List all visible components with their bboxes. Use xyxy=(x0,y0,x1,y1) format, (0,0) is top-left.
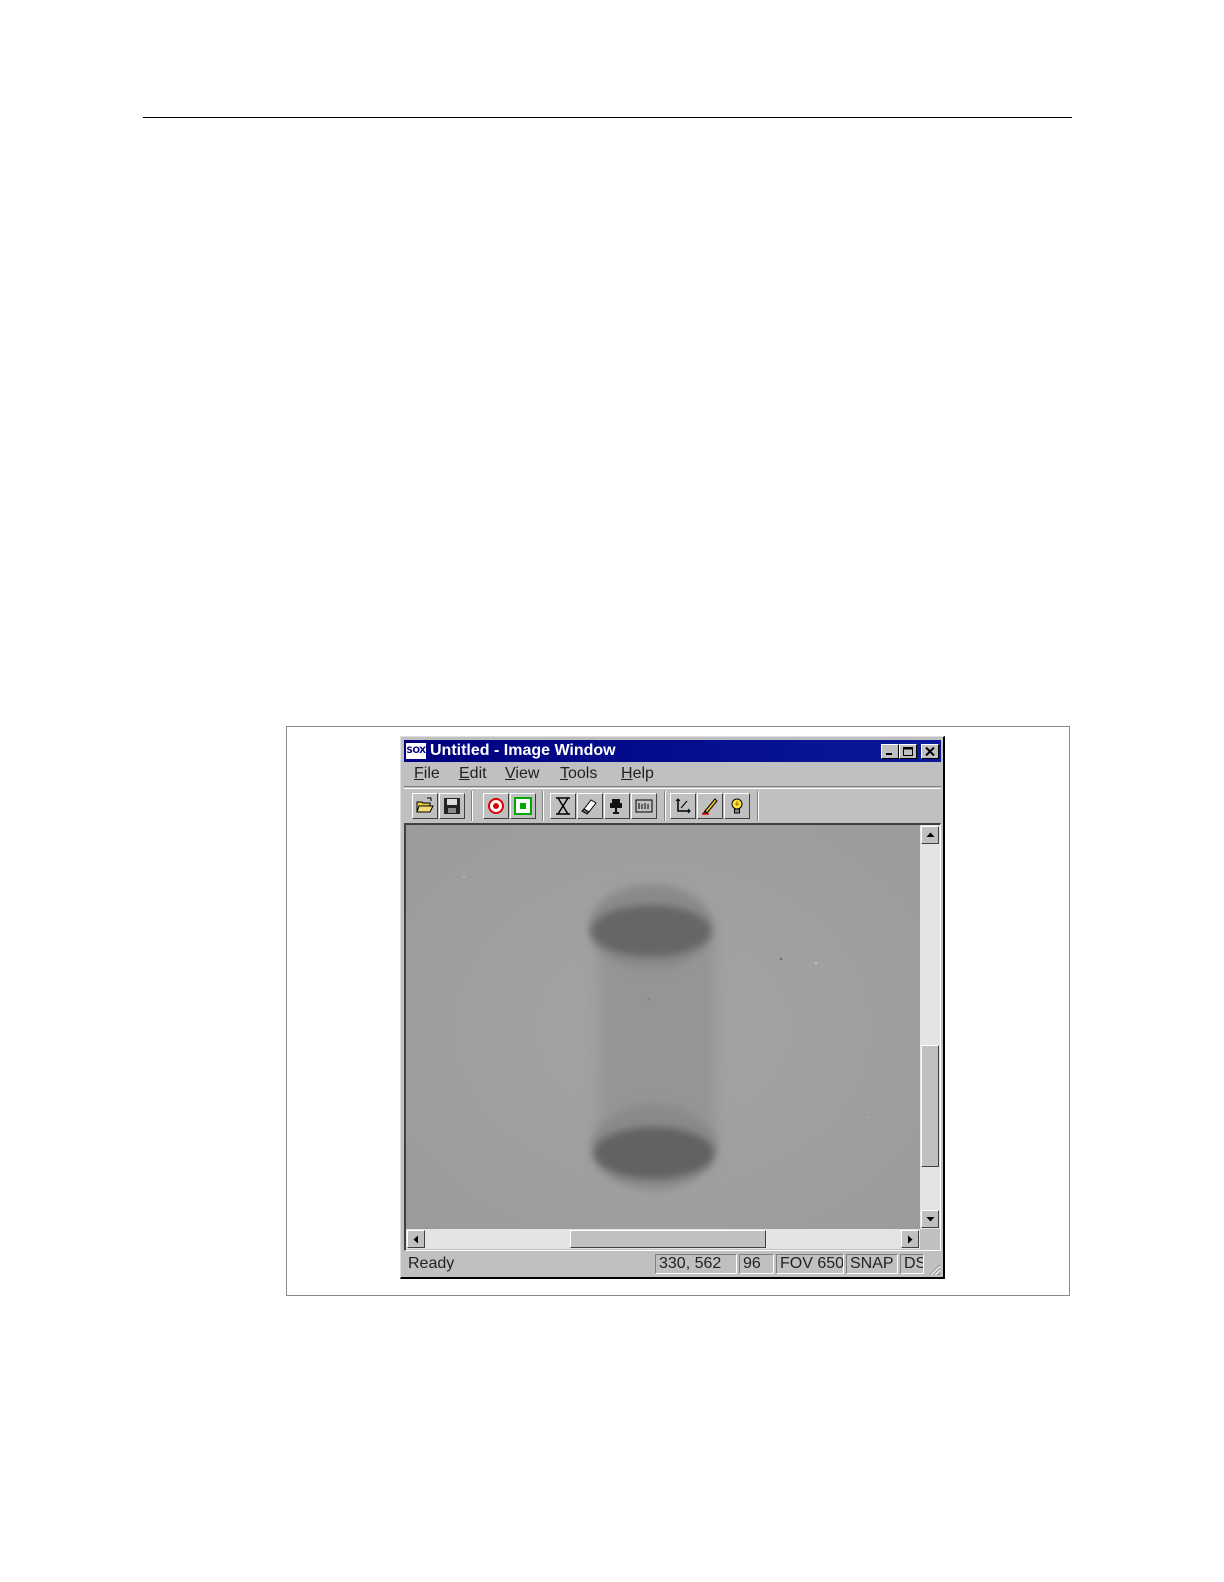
scrollbar-corner xyxy=(920,1229,940,1249)
minimize-icon xyxy=(886,753,892,755)
scroll-right-button[interactable] xyxy=(901,1230,919,1248)
arrow-right-icon xyxy=(908,1235,913,1244)
status-mode: SNAP xyxy=(846,1254,898,1274)
save-button[interactable] xyxy=(439,793,465,819)
menu-help[interactable]: Help xyxy=(621,765,654,783)
minimize-button[interactable] xyxy=(881,744,899,759)
scroll-up-button[interactable] xyxy=(921,826,939,844)
horizontal-scrollbar[interactable] xyxy=(406,1229,920,1249)
eraser-icon xyxy=(581,799,597,815)
axes-icon xyxy=(675,798,691,814)
page-top-rule xyxy=(143,117,1072,118)
menu-bar: File Edit View Tools Help xyxy=(404,763,941,785)
toolbar-separator xyxy=(471,791,473,821)
scroll-left-button[interactable] xyxy=(407,1230,425,1248)
status-extra: DS xyxy=(900,1254,924,1274)
scroll-down-button[interactable] xyxy=(921,1210,939,1228)
eraser-button[interactable] xyxy=(577,793,603,819)
toolbar-separator xyxy=(664,791,666,821)
camera-button[interactable] xyxy=(604,793,630,819)
arrow-down-icon xyxy=(926,1217,935,1222)
window-title: Untitled - Image Window xyxy=(430,742,616,759)
resize-grip-icon[interactable] xyxy=(927,1262,941,1276)
record-red-button[interactable] xyxy=(483,793,509,819)
title-bar[interactable]: SOX Untitled - Image Window xyxy=(404,740,941,762)
status-coordinates: 330, 562 xyxy=(655,1254,737,1274)
toolbar-separator xyxy=(542,791,544,821)
image-window: SOX Untitled - Image Window File Edit Vi… xyxy=(400,736,945,1279)
ruler-button[interactable] xyxy=(631,793,657,819)
open-folder-icon xyxy=(416,797,434,813)
close-button[interactable] xyxy=(921,744,939,759)
image-canvas[interactable] xyxy=(406,825,920,1229)
menu-file[interactable]: File xyxy=(414,765,440,783)
record-red-icon xyxy=(488,798,504,814)
open-button[interactable] xyxy=(412,793,438,819)
menu-view[interactable]: View xyxy=(505,765,539,783)
vertical-scroll-thumb[interactable] xyxy=(921,1045,939,1167)
axes-button[interactable] xyxy=(670,793,696,819)
pencil-icon xyxy=(701,798,718,815)
toolbar xyxy=(404,786,941,822)
toolbar-separator xyxy=(757,791,759,821)
menu-edit[interactable]: Edit xyxy=(459,765,487,783)
ruler-icon xyxy=(635,799,653,813)
captured-image xyxy=(406,825,920,1229)
record-green-button[interactable] xyxy=(510,793,536,819)
lightbulb-icon xyxy=(731,798,743,814)
status-value: 96 xyxy=(739,1254,774,1274)
hourglass-icon xyxy=(556,797,570,815)
lightbulb-button[interactable] xyxy=(724,793,750,819)
app-logo-icon[interactable]: SOX xyxy=(406,743,426,759)
status-message: Ready xyxy=(408,1255,455,1272)
camera-icon xyxy=(610,799,622,814)
record-green-icon xyxy=(514,797,532,815)
status-fov: FOV 650 xyxy=(776,1254,844,1274)
hourglass-button[interactable] xyxy=(550,793,576,819)
pencil-button[interactable] xyxy=(697,793,723,819)
horizontal-scroll-thumb[interactable] xyxy=(570,1230,766,1248)
arrow-left-icon xyxy=(413,1235,418,1244)
maximize-button[interactable] xyxy=(899,744,917,759)
image-viewport xyxy=(404,823,941,1251)
vertical-scrollbar[interactable] xyxy=(920,825,940,1229)
close-icon xyxy=(925,747,935,756)
maximize-icon xyxy=(903,747,913,756)
arrow-up-icon xyxy=(926,832,935,837)
status-bar: Ready 330, 562 96 FOV 650 SNAP DS xyxy=(404,1252,941,1276)
save-disk-icon xyxy=(444,798,460,814)
menu-tools[interactable]: Tools xyxy=(560,765,597,783)
